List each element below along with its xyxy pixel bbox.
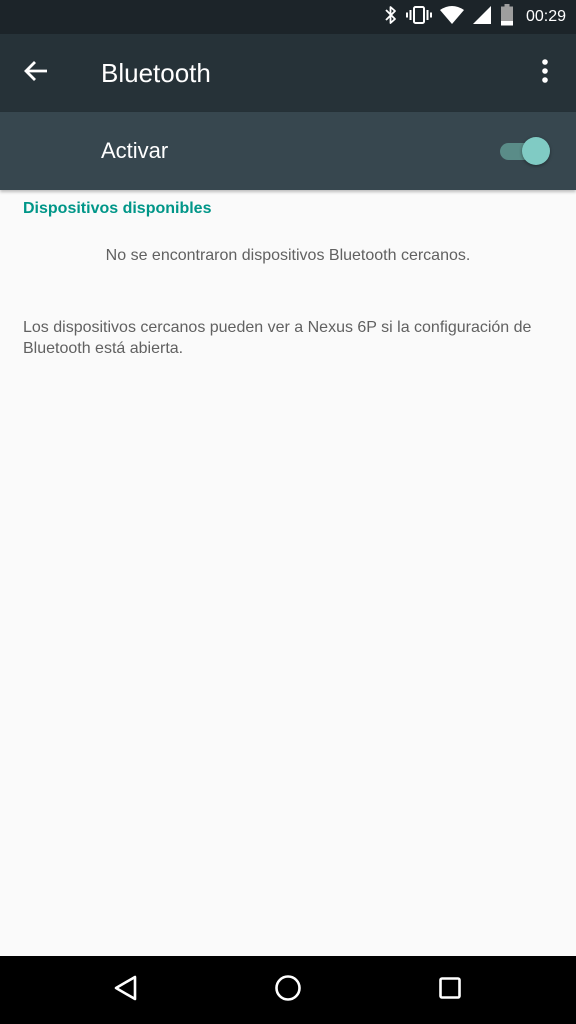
signal-icon [472,5,492,30]
overflow-menu-button[interactable] [528,53,562,93]
arrow-back-icon [23,60,49,87]
back-triangle-icon [113,974,139,1007]
status-time: 00:29 [525,8,566,25]
bluetooth-toggle[interactable] [498,137,550,165]
section-header-available-devices: Dispositivos disponibles [23,200,212,217]
app-bar: Bluetooth [0,34,576,112]
nav-home-button[interactable] [268,970,308,1010]
nav-back-button[interactable] [106,970,146,1010]
home-circle-icon [274,974,302,1007]
page-title: Bluetooth [101,58,211,88]
recents-square-icon [438,976,462,1005]
bluetooth-settings-screen: 00:29 Bluetooth Activar Dispositivos dis… [0,0,576,1024]
visibility-footer-text: Los dispositivos cercanos pueden ver a N… [23,319,532,357]
vibrate-icon [405,5,432,30]
status-icons: 00:29 [384,0,566,34]
more-vert-icon [541,58,549,89]
nav-recents-button[interactable] [430,970,470,1010]
battery-icon [500,3,514,31]
wifi-icon [439,5,464,30]
navigation-bar [0,956,576,1024]
bluetooth-icon [384,5,398,30]
empty-devices-message: No se encontraron dispositivos Bluetooth… [105,247,471,264]
status-bar: 00:29 [0,0,576,34]
toggle-thumb [522,137,550,165]
switch-label: Activar [101,138,169,163]
bluetooth-switch-bar[interactable]: Activar [0,112,576,190]
back-button[interactable] [16,53,56,93]
